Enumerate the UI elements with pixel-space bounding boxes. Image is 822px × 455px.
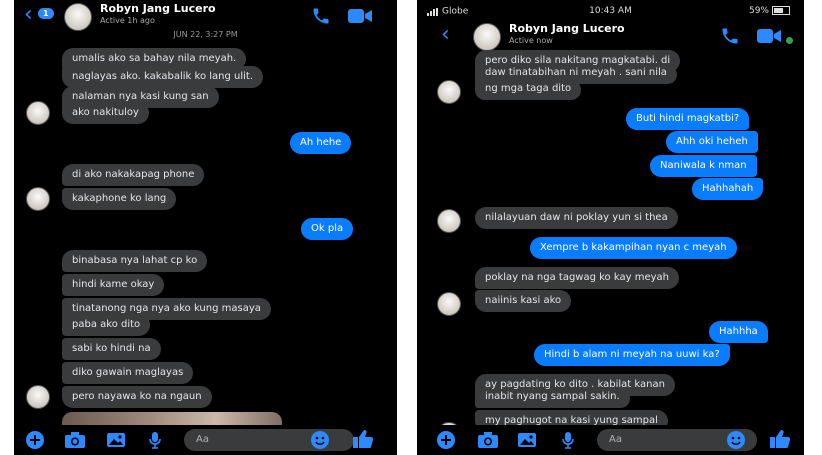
gallery-icon[interactable]: [517, 431, 537, 449]
camera-icon[interactable]: [477, 431, 499, 449]
contact-name[interactable]: Robyn Jang Lucero: [100, 2, 216, 15]
emoji-icon[interactable]: [311, 431, 329, 449]
message-bubble[interactable]: hindi kame okay: [62, 274, 165, 296]
message-bubble[interactable]: Buti hindi magkatbi?: [626, 108, 750, 130]
message-bubble[interactable]: diko gawain maglayas: [62, 362, 194, 384]
message-bubble[interactable]: Hindi b alam ni meyah na uuwi ka?: [534, 344, 730, 366]
message-bubble[interactable]: poklay na nga tagwag ko kay meyah: [475, 267, 679, 289]
active-status: Active now: [509, 36, 553, 45]
date-separator: JUN 22, 3:27 PM: [173, 30, 238, 39]
message-bubble[interactable]: Naniwala k nman: [650, 155, 757, 177]
microphone-icon[interactable]: [561, 431, 575, 449]
back-arrow-icon[interactable]: ‹: [24, 4, 33, 26]
message-bubble[interactable]: Ok pla: [301, 218, 354, 240]
message-bubble[interactable]: Ah hehe: [290, 132, 352, 154]
phone-icon[interactable]: [311, 6, 331, 26]
plus-icon[interactable]: [26, 431, 44, 449]
message-bubble[interactable]: Hahhha: [709, 321, 768, 343]
message-bubble[interactable]: nilalayuan daw ni poklay yun si thea: [475, 207, 678, 229]
message-bubble[interactable]: ako nakituloy: [62, 102, 149, 124]
message-bubble[interactable]: binabasa nya lahat cp ko: [62, 250, 208, 272]
sender-avatar: [437, 80, 461, 104]
message-bubble[interactable]: Xempre b kakampihan nyan c meyah: [530, 237, 737, 259]
sender-avatar: [26, 187, 50, 211]
contact-avatar[interactable]: [64, 3, 92, 31]
message-bubble[interactable]: sabi ko hindi na: [62, 338, 161, 360]
microphone-icon[interactable]: [148, 431, 162, 449]
sender-avatar: [437, 292, 461, 316]
emoji-icon[interactable]: [727, 431, 745, 449]
message-bubble[interactable]: naiinis kasi ako: [475, 290, 572, 312]
video-camera-icon[interactable]: [756, 28, 782, 44]
contact-name[interactable]: Robyn Jang Lucero: [509, 22, 625, 35]
sender-avatar: [26, 101, 50, 125]
message-bubble[interactable]: kakaphone ko lang: [62, 188, 177, 210]
message-bubble[interactable]: di ako nakakapag phone: [62, 164, 205, 186]
chat-header: ‹ Robyn Jang Lucero Active now: [417, 20, 804, 54]
clock: 10:43 AM: [589, 6, 632, 16]
battery-percent: 59%: [748, 6, 769, 16]
chat-header: ‹ 1 Robyn Jang Lucero Active 1h ago: [14, 0, 397, 34]
active-status: Active 1h ago: [100, 16, 155, 25]
right-screenshot: Globe 10:43 AM 59% ‹ Robyn Jang Lucero A…: [417, 0, 804, 455]
back-arrow-icon[interactable]: ‹: [441, 24, 450, 46]
message-bubble[interactable]: ng mga taga dito: [475, 80, 582, 100]
video-camera-icon[interactable]: [347, 8, 373, 24]
contact-avatar[interactable]: [473, 23, 501, 51]
online-indicator: [785, 36, 794, 45]
message-bubble[interactable]: naglayas ako. kakabalik ko lang ulit.: [62, 66, 264, 88]
left-screenshot: ‹ 1 Robyn Jang Lucero Active 1h ago JUN …: [14, 0, 397, 455]
message-bubble[interactable]: Hahhahah: [692, 178, 764, 200]
composer-bar: Aa: [417, 425, 804, 455]
sender-avatar: [26, 385, 50, 409]
sender-avatar: [437, 209, 461, 233]
battery-indicator: 59%: [749, 6, 790, 16]
message-bubble[interactable]: inabit nyang sampal sakin.: [475, 389, 630, 408]
status-bar: Globe 10:43 AM 59%: [417, 0, 804, 20]
message-bubble[interactable]: paba ako dito: [62, 314, 151, 336]
camera-icon[interactable]: [64, 431, 86, 449]
thumbs-up-icon[interactable]: [352, 429, 374, 449]
plus-icon[interactable]: [437, 431, 455, 449]
gallery-icon[interactable]: [106, 431, 126, 449]
message-bubble[interactable]: pero nayawa ko na ngaun: [62, 386, 212, 408]
phone-icon[interactable]: [720, 26, 740, 46]
thumbs-up-icon[interactable]: [769, 429, 791, 449]
composer-bar: Aa: [14, 425, 397, 455]
unread-badge: 1: [38, 8, 54, 19]
message-bubble[interactable]: Ahh oki heheh: [666, 131, 758, 153]
battery-icon: [772, 6, 790, 15]
